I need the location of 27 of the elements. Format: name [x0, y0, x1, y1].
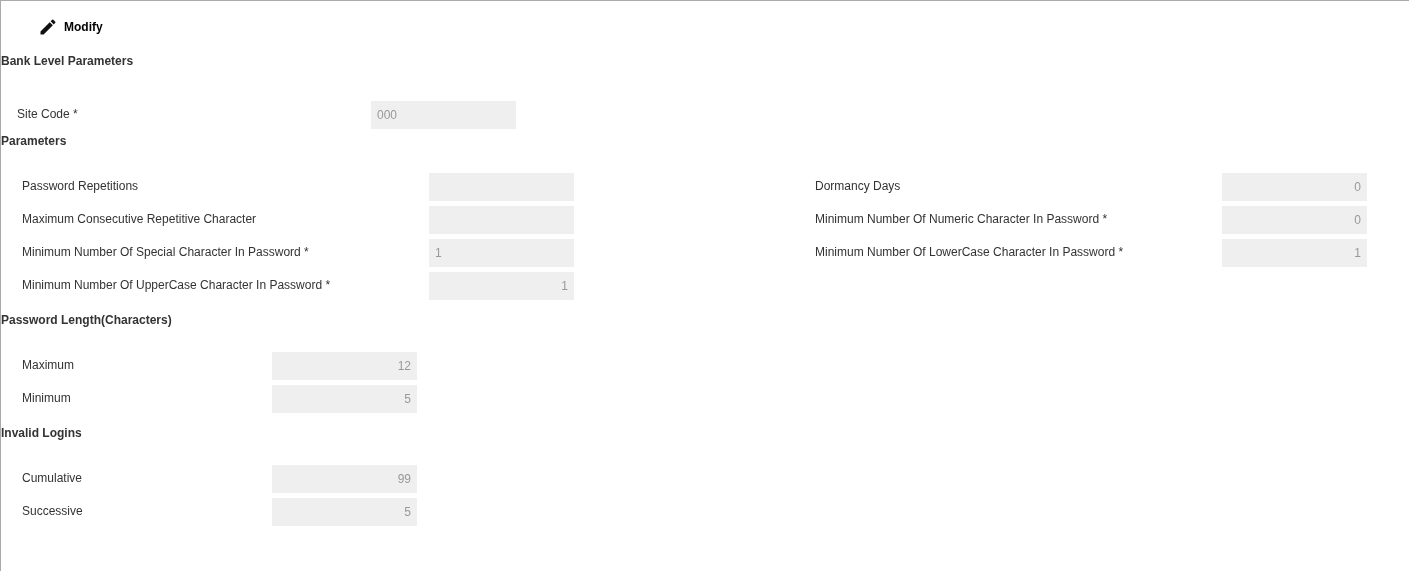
- field-label: Minimum Number Of UpperCase Character In Password *: [22, 278, 331, 292]
- field-label: Minimum: [22, 391, 71, 405]
- pencil-icon: [38, 17, 58, 37]
- field-label: Password Repetitions: [22, 179, 139, 193]
- field-label: Site Code *: [17, 107, 78, 121]
- input-field[interactable]: 99: [272, 465, 417, 493]
- input-field[interactable]: 1: [429, 272, 574, 300]
- input-field[interactable]: 0: [1222, 206, 1367, 234]
- input-field[interactable]: 5: [272, 385, 417, 413]
- section-title: Parameters: [1, 134, 67, 148]
- input-field[interactable]: 12: [272, 352, 417, 380]
- field-label: Cumulative: [22, 471, 83, 485]
- field-label: Successive: [22, 504, 83, 518]
- input-field[interactable]: 1: [429, 239, 574, 267]
- section-title: Invalid Logins: [1, 426, 82, 440]
- section-title: Bank Level Parameters: [1, 54, 134, 68]
- field-label: Minimum Number Of Numeric Character In Password *: [815, 212, 1108, 226]
- section-title: Password Length(Characters): [1, 313, 172, 327]
- field-label: Dormancy Days: [815, 179, 901, 193]
- input-field[interactable]: 0: [1222, 173, 1367, 201]
- input-field[interactable]: 1: [1222, 239, 1367, 267]
- input-field[interactable]: 5: [272, 498, 417, 526]
- field-label: Maximum Consecutive Repetitive Character: [22, 212, 257, 226]
- field-label: Minimum Number Of Special Character In Password *: [22, 245, 309, 259]
- field-label: Minimum Number Of LowerCase Character In Password *: [815, 245, 1124, 259]
- field-label: Maximum: [22, 358, 74, 372]
- input-field[interactable]: 000: [371, 101, 516, 129]
